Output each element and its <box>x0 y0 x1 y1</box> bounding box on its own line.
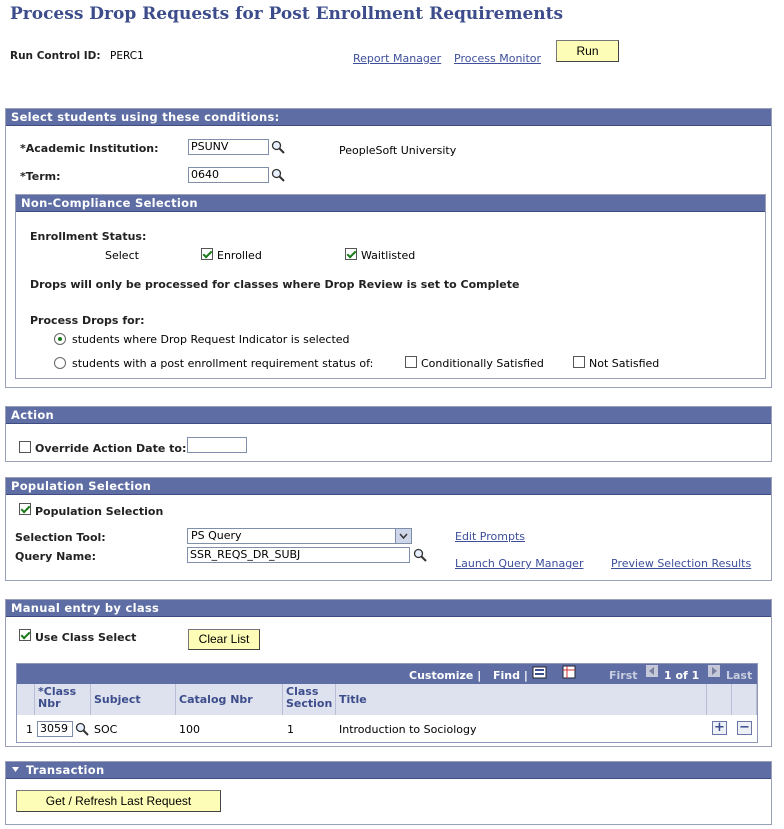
grid-col-rownum <box>17 684 35 715</box>
edit-prompts-link[interactable]: Edit Prompts <box>455 530 525 543</box>
requirement-status-label: students with a post enrollment requirem… <box>72 357 374 370</box>
waitlisted-label: Waitlisted <box>361 249 416 262</box>
grid-customize[interactable]: Customize | <box>409 669 481 682</box>
not-satisfied-checkbox[interactable] <box>573 356 585 368</box>
drop-indicator-label: students where Drop Request Indicator is… <box>72 333 350 346</box>
enrolled-label: Enrolled <box>217 249 262 262</box>
grid-col-section: Class Section <box>283 684 336 715</box>
grid-col-title: Title <box>336 684 707 715</box>
subject-cell: SOC <box>94 723 118 736</box>
enrolled-checkbox[interactable] <box>201 248 213 260</box>
grid-first: First <box>609 669 638 682</box>
get-refresh-button[interactable]: Get / Refresh Last Request <box>16 790 221 812</box>
chevron-down-icon[interactable] <box>395 529 411 543</box>
selection-tool-label: Selection Tool: <box>15 531 106 544</box>
title-cell: Introduction to Sociology <box>339 723 477 736</box>
term-input[interactable]: 0640 <box>188 167 269 183</box>
term-label: *Term: <box>20 170 61 183</box>
view-all-icon[interactable] <box>532 665 548 679</box>
grid-col-class-nbr: *Class Nbr <box>35 684 91 715</box>
population-header: Population Selection <box>6 478 771 495</box>
preview-selection-link[interactable]: Preview Selection Results <box>611 557 751 570</box>
add-row-button[interactable]: + <box>712 721 727 735</box>
institution-description: PeopleSoft University <box>339 144 457 157</box>
drop-indicator-radio[interactable] <box>54 333 66 345</box>
population-checkbox-label: Population Selection <box>35 505 164 518</box>
select-label: Select <box>105 249 139 262</box>
section-cell: 1 <box>287 723 294 736</box>
catalog-cell: 100 <box>179 723 200 736</box>
grid-last: Last <box>726 669 753 682</box>
override-checkbox[interactable] <box>19 441 31 453</box>
delete-row-button[interactable]: − <box>737 721 752 735</box>
selection-tool-dropdown[interactable]: PS Query <box>187 528 412 544</box>
cond-satisfied-checkbox[interactable] <box>405 356 417 368</box>
report-manager-link[interactable]: Report Manager <box>353 52 441 65</box>
run-control-value: PERC1 <box>110 50 144 62</box>
collapse-triangle-icon[interactable] <box>11 765 20 774</box>
institution-label: *Academic Institution: <box>20 142 159 155</box>
manual-entry-header: Manual entry by class <box>6 600 771 617</box>
query-name-label: Query Name: <box>15 550 97 563</box>
query-name-input[interactable]: SSR_REQS_DR_SUBJ <box>187 547 410 563</box>
override-date-input[interactable] <box>187 437 247 453</box>
drop-note: Drops will only be processed for classes… <box>30 278 520 291</box>
grid-col-remove <box>732 684 757 715</box>
grid-range: 1 of 1 <box>664 669 700 682</box>
class-nbr-input[interactable]: 3059 <box>37 721 73 737</box>
grid-col-subject: Subject <box>91 684 176 715</box>
grid-find[interactable]: Find | <box>493 669 528 682</box>
launch-query-manager-link[interactable]: Launch Query Manager <box>455 557 583 570</box>
cond-satisfied-label: Conditionally Satisfied <box>421 357 544 370</box>
override-label: Override Action Date to: <box>35 442 187 455</box>
enrollment-status-label: Enrollment Status: <box>30 230 147 243</box>
run-button[interactable]: Run <box>556 40 619 62</box>
waitlisted-checkbox[interactable] <box>345 248 357 260</box>
selection-tool-value: PS Query <box>191 529 242 542</box>
requirement-status-radio[interactable] <box>54 357 66 369</box>
not-satisfied-label: Not Satisfied <box>589 357 660 370</box>
row-number: 1 <box>26 723 33 736</box>
grid-col-add <box>707 684 732 715</box>
population-checkbox[interactable] <box>19 503 31 515</box>
institution-input[interactable]: PSUNV <box>188 139 269 155</box>
grid-col-catalog: Catalog Nbr <box>176 684 283 715</box>
download-grid-icon[interactable] <box>562 665 576 679</box>
prev-arrow-icon <box>646 665 658 677</box>
non-compliance-header: Non-Compliance Selection <box>16 195 765 212</box>
class-nbr-lookup-icon[interactable] <box>75 722 89 736</box>
run-control-label: Run Control ID: <box>10 50 101 62</box>
action-header: Action <box>6 407 771 424</box>
process-monitor-link[interactable]: Process Monitor <box>454 52 541 65</box>
page-title: Process Drop Requests for Post Enrollmen… <box>10 4 564 24</box>
clear-list-button[interactable]: Clear List <box>188 629 260 650</box>
use-class-select-label: Use Class Select <box>35 631 137 644</box>
transaction-header: Transaction <box>6 762 771 779</box>
use-class-select-checkbox[interactable] <box>19 629 31 641</box>
institution-lookup-icon[interactable] <box>271 140 285 154</box>
select-students-header: Select students using these conditions: <box>6 109 771 126</box>
next-arrow-icon <box>708 665 720 677</box>
query-lookup-icon[interactable] <box>413 548 427 562</box>
process-drops-label: Process Drops for: <box>30 314 145 327</box>
term-lookup-icon[interactable] <box>271 168 285 182</box>
